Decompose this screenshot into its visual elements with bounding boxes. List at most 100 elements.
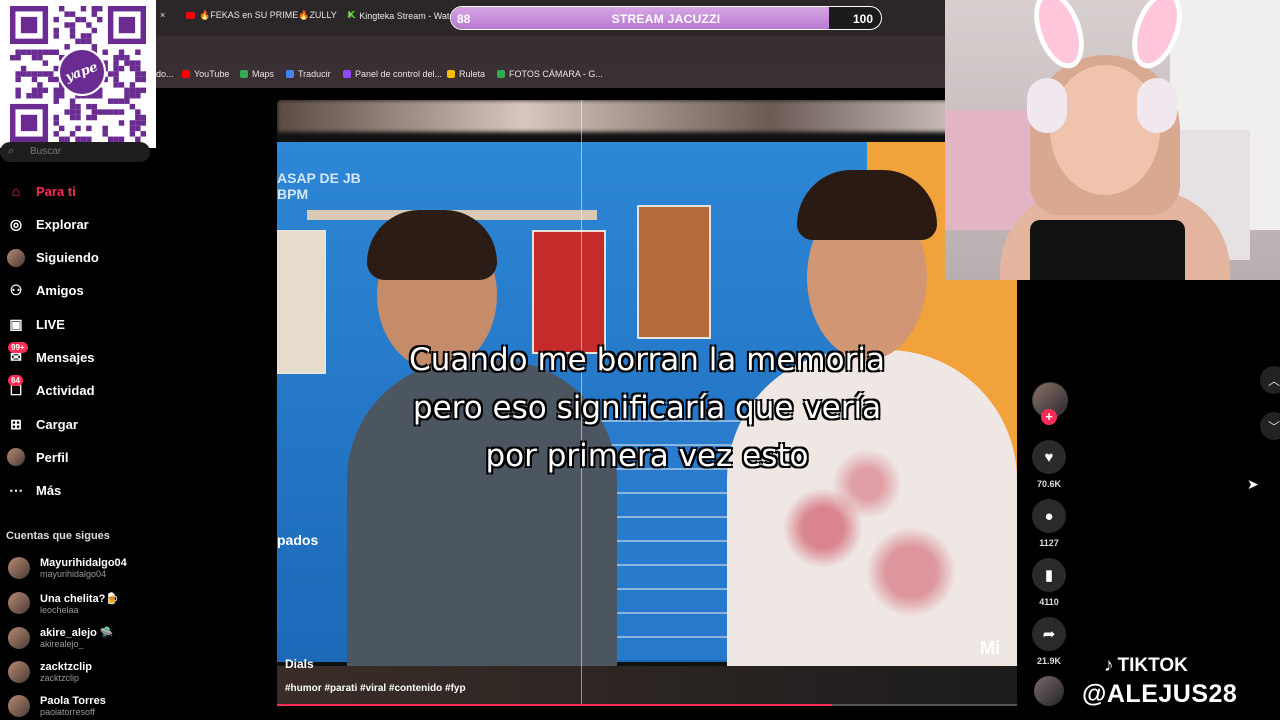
qr-module — [53, 49, 59, 55]
following-account[interactable]: Una chelita?🍺 leochelaa — [8, 592, 119, 615]
qr-module — [42, 49, 49, 55]
caption-line: Cuando me borran la memoria — [409, 342, 885, 378]
qr-module — [97, 109, 103, 115]
video-hashtags[interactable]: #humor #parati #viral #contenido #fyp — [285, 683, 466, 694]
sidebar-item-siguiendo[interactable]: Siguiendo — [6, 248, 99, 268]
yape-qr-code: yape — [0, 0, 156, 148]
following-account[interactable]: zacktzclip zacktzclip — [8, 660, 92, 683]
qr-module — [31, 49, 38, 55]
like-count: 70.6K — [1036, 479, 1062, 489]
qr-module — [31, 93, 38, 99]
heart-icon: ♥ — [1032, 440, 1066, 474]
qr-module — [20, 16, 38, 34]
sidebar-item-label: LIVE — [36, 316, 65, 332]
qr-module — [53, 114, 59, 121]
qr-module — [118, 98, 125, 104]
follow-plus-icon[interactable]: + — [1041, 409, 1057, 425]
next-video-button[interactable]: ﹀ — [1260, 412, 1280, 440]
bookmark-item[interactable]: Panel de control del... — [343, 69, 442, 79]
qr-module — [37, 87, 43, 94]
qr-module — [31, 54, 38, 61]
qr-module — [20, 114, 38, 132]
sign-text: ASAP DE JB BPM — [277, 170, 361, 202]
qr-module — [64, 44, 70, 50]
tab-fekas[interactable]: 🔥FEKAS en SU PRIME🔥ZULLY × — [186, 10, 353, 21]
notification-badge: 64 — [8, 374, 23, 386]
bookmark-item[interactable]: FOTOS CÁMARA - G... — [497, 69, 603, 79]
comment-button[interactable]: ● 1127 — [1032, 499, 1066, 548]
home-icon: ⌂ — [11, 183, 21, 199]
qr-module — [20, 65, 27, 72]
sidebar-item-label: Explorar — [36, 216, 89, 232]
bookmark-item[interactable]: Ruleta — [447, 69, 485, 79]
qr-module — [124, 60, 130, 66]
qr-module — [42, 87, 49, 94]
sidebar-item-label: Siguiendo — [36, 250, 99, 266]
browser-address-bar[interactable] — [156, 36, 946, 62]
tab-close-prev[interactable]: × — [160, 10, 165, 20]
search-input[interactable] — [0, 142, 150, 162]
following-account[interactable]: Mayurihidalgo04 mayurihidalgo04 — [8, 557, 127, 579]
sidebar-item-mensajes[interactable]: ✉ 99+ Mensajes — [6, 341, 95, 368]
qr-module — [26, 49, 32, 55]
sidebar-item-live[interactable]: ▣ LIVE — [6, 314, 65, 334]
account-name: akire_alejo 🛸 — [40, 627, 114, 639]
like-button[interactable]: ♥ 70.6K — [1032, 440, 1066, 489]
bookmark-item[interactable]: Traducir — [286, 69, 331, 79]
account-name: zacktzclip — [40, 660, 92, 673]
qr-module — [69, 98, 76, 104]
scene-poster — [637, 205, 711, 339]
video-progress-bar[interactable] — [277, 704, 1017, 706]
qr-module — [129, 125, 136, 132]
bookmark-item[interactable]: Maps — [240, 69, 274, 79]
qr-module — [113, 76, 119, 83]
scene-sign-text: ASAP DE JB BPM — [277, 170, 361, 202]
qr-module — [69, 109, 76, 115]
qr-module — [135, 120, 141, 126]
qr-module — [15, 49, 21, 55]
following-account[interactable]: Paola Torres paolatorresoff — [8, 695, 106, 717]
webcam-feed — [945, 0, 1280, 280]
sidebar-item-cargar[interactable]: ⊞ Cargar — [6, 414, 78, 434]
account-handle: leochelaa — [40, 604, 79, 615]
sidebar-item-perfil[interactable]: Perfil — [6, 447, 69, 467]
video-author[interactable]: Dials — [285, 657, 314, 671]
qr-module — [26, 93, 32, 99]
tab-kingteka[interactable]: K Kingteka Stream - Watc — [348, 10, 454, 21]
qr-module — [75, 125, 81, 132]
qr-module — [42, 60, 49, 66]
person-right-hair — [797, 170, 937, 240]
headphone-left — [1027, 78, 1067, 133]
qr-module — [91, 109, 98, 115]
sidebar-item-amigos[interactable]: ⚇ Amigos — [6, 281, 84, 301]
bookmark-item[interactable]: do... — [156, 69, 174, 79]
qr-module — [69, 27, 76, 34]
sidebar-item-explorar[interactable]: ◎ Explorar — [6, 214, 89, 234]
sidebar-item-más[interactable]: ⋯ Más — [6, 481, 61, 501]
video-blur-top — [277, 100, 1017, 132]
qr-module — [91, 11, 98, 17]
avatar — [8, 592, 30, 614]
search-placeholder: Buscar — [30, 146, 62, 157]
qr-module — [113, 60, 119, 66]
caption-line: por primera vez esto — [485, 438, 809, 474]
kick-icon: K — [348, 10, 356, 21]
previous-video-button[interactable]: ︿ — [1260, 366, 1280, 394]
following-account[interactable]: akire_alejo 🛸 akirealejo_ — [8, 626, 114, 649]
sidebar-item-para-ti[interactable]: ⌂ Para ti — [6, 181, 76, 201]
music-disc[interactable] — [1034, 676, 1064, 706]
bookmark-label: do... — [156, 69, 174, 79]
bookmark-label: YouTube — [194, 69, 230, 79]
qr-module — [102, 125, 108, 132]
qr-module — [42, 71, 49, 77]
sidebar-item-actividad[interactable]: ☐ 64 Actividad — [6, 374, 95, 401]
qr-module — [53, 98, 59, 104]
qr-module — [15, 87, 21, 94]
qr-module — [20, 71, 27, 77]
qr-module — [135, 87, 141, 94]
bookmark-item[interactable]: YouTube — [182, 69, 229, 79]
save-button[interactable]: ▮ 4110 — [1032, 558, 1066, 607]
share-button[interactable]: ➦ 21.9K — [1032, 617, 1066, 666]
yape-logo: yape — [58, 48, 106, 96]
qr-module — [69, 22, 76, 28]
